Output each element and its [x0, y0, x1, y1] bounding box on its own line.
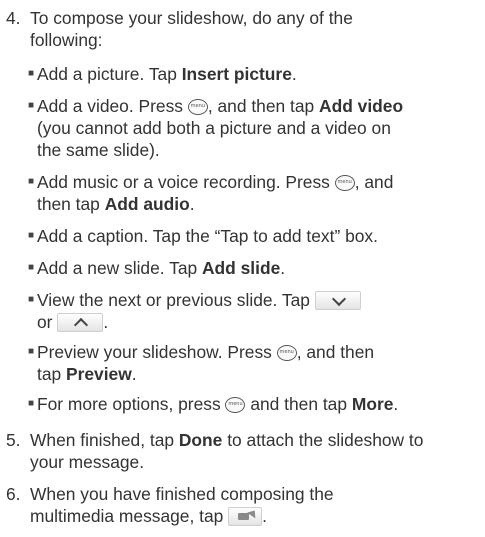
bullet-text: . [131, 364, 137, 384]
step-line: following: [30, 30, 103, 50]
step-line: your message. [30, 452, 145, 472]
bullet-text: . [103, 312, 109, 332]
next-slide-button-image [314, 291, 361, 310]
bullet-text: View the next or previous slide. Tap [37, 290, 310, 310]
manual-page: 4. To compose your slideshow, do any of … [0, 0, 485, 537]
send-icon [228, 507, 263, 526]
bullet-text: or [37, 312, 53, 332]
bullet-text: Add music or a voice recording. Press [37, 172, 335, 192]
bullet-text: Add a video. Press [37, 96, 188, 116]
bullet-text: Add a new slide. Tap [37, 258, 202, 278]
menu-key-icon [334, 175, 355, 191]
bullet-text: . [291, 64, 297, 84]
bullet-text: Preview your slideshow. Press [37, 342, 277, 362]
previous-slide-button-image [57, 313, 104, 333]
step-line: When you have finished composing the [30, 484, 334, 504]
menu-key-icon [276, 345, 297, 361]
bullet-text: the same slide). [37, 140, 160, 160]
step-number: 6. [6, 484, 21, 504]
bullet-text: Add a picture. Tap [37, 64, 182, 84]
menu-key-icon [187, 99, 208, 115]
bullet-text: , and [354, 172, 394, 192]
bullet-text: . [189, 194, 195, 214]
bullet-text: (you cannot add both a picture and a vid… [37, 118, 391, 138]
bullet-text: , and then tap [207, 96, 320, 116]
step-number: 4. [6, 8, 21, 28]
step-line: To compose your slideshow, do any of the [30, 8, 353, 28]
bullet-text: tap [37, 364, 67, 384]
bullet-text: , and then [296, 342, 375, 362]
step-text: . [262, 506, 267, 526]
step-text: To compose your slideshow, do any of the… [30, 7, 484, 51]
ui-label-add-audio: Add audio [104, 194, 190, 214]
bullet-text: . [393, 394, 399, 414]
ui-label-add-video: Add video [319, 96, 404, 116]
step-number: 5. [6, 430, 21, 450]
ui-label-done: Done [178, 430, 223, 450]
menu-key-icon [225, 397, 246, 413]
ui-label-preview: Preview [66, 364, 132, 384]
step-text: to attach the slideshow to [222, 430, 424, 450]
step-text: multimedia message, tap [30, 506, 229, 526]
chevron-down-icon [331, 291, 346, 307]
bullet-text: then tap [37, 194, 105, 214]
bullet-text: For more options, press [37, 394, 226, 414]
bullet-text: and then tap [245, 394, 352, 414]
chevron-up-icon [74, 317, 89, 333]
ui-label-insert-picture: Insert picture [181, 64, 292, 84]
ui-label-add-slide: Add slide [202, 258, 281, 278]
bullet-text: Add a caption. Tap the “Tap to add text”… [37, 226, 378, 246]
ui-label-more: More [351, 394, 394, 414]
step-text: When finished, tap [30, 430, 179, 450]
bullet-text: . [280, 258, 286, 278]
